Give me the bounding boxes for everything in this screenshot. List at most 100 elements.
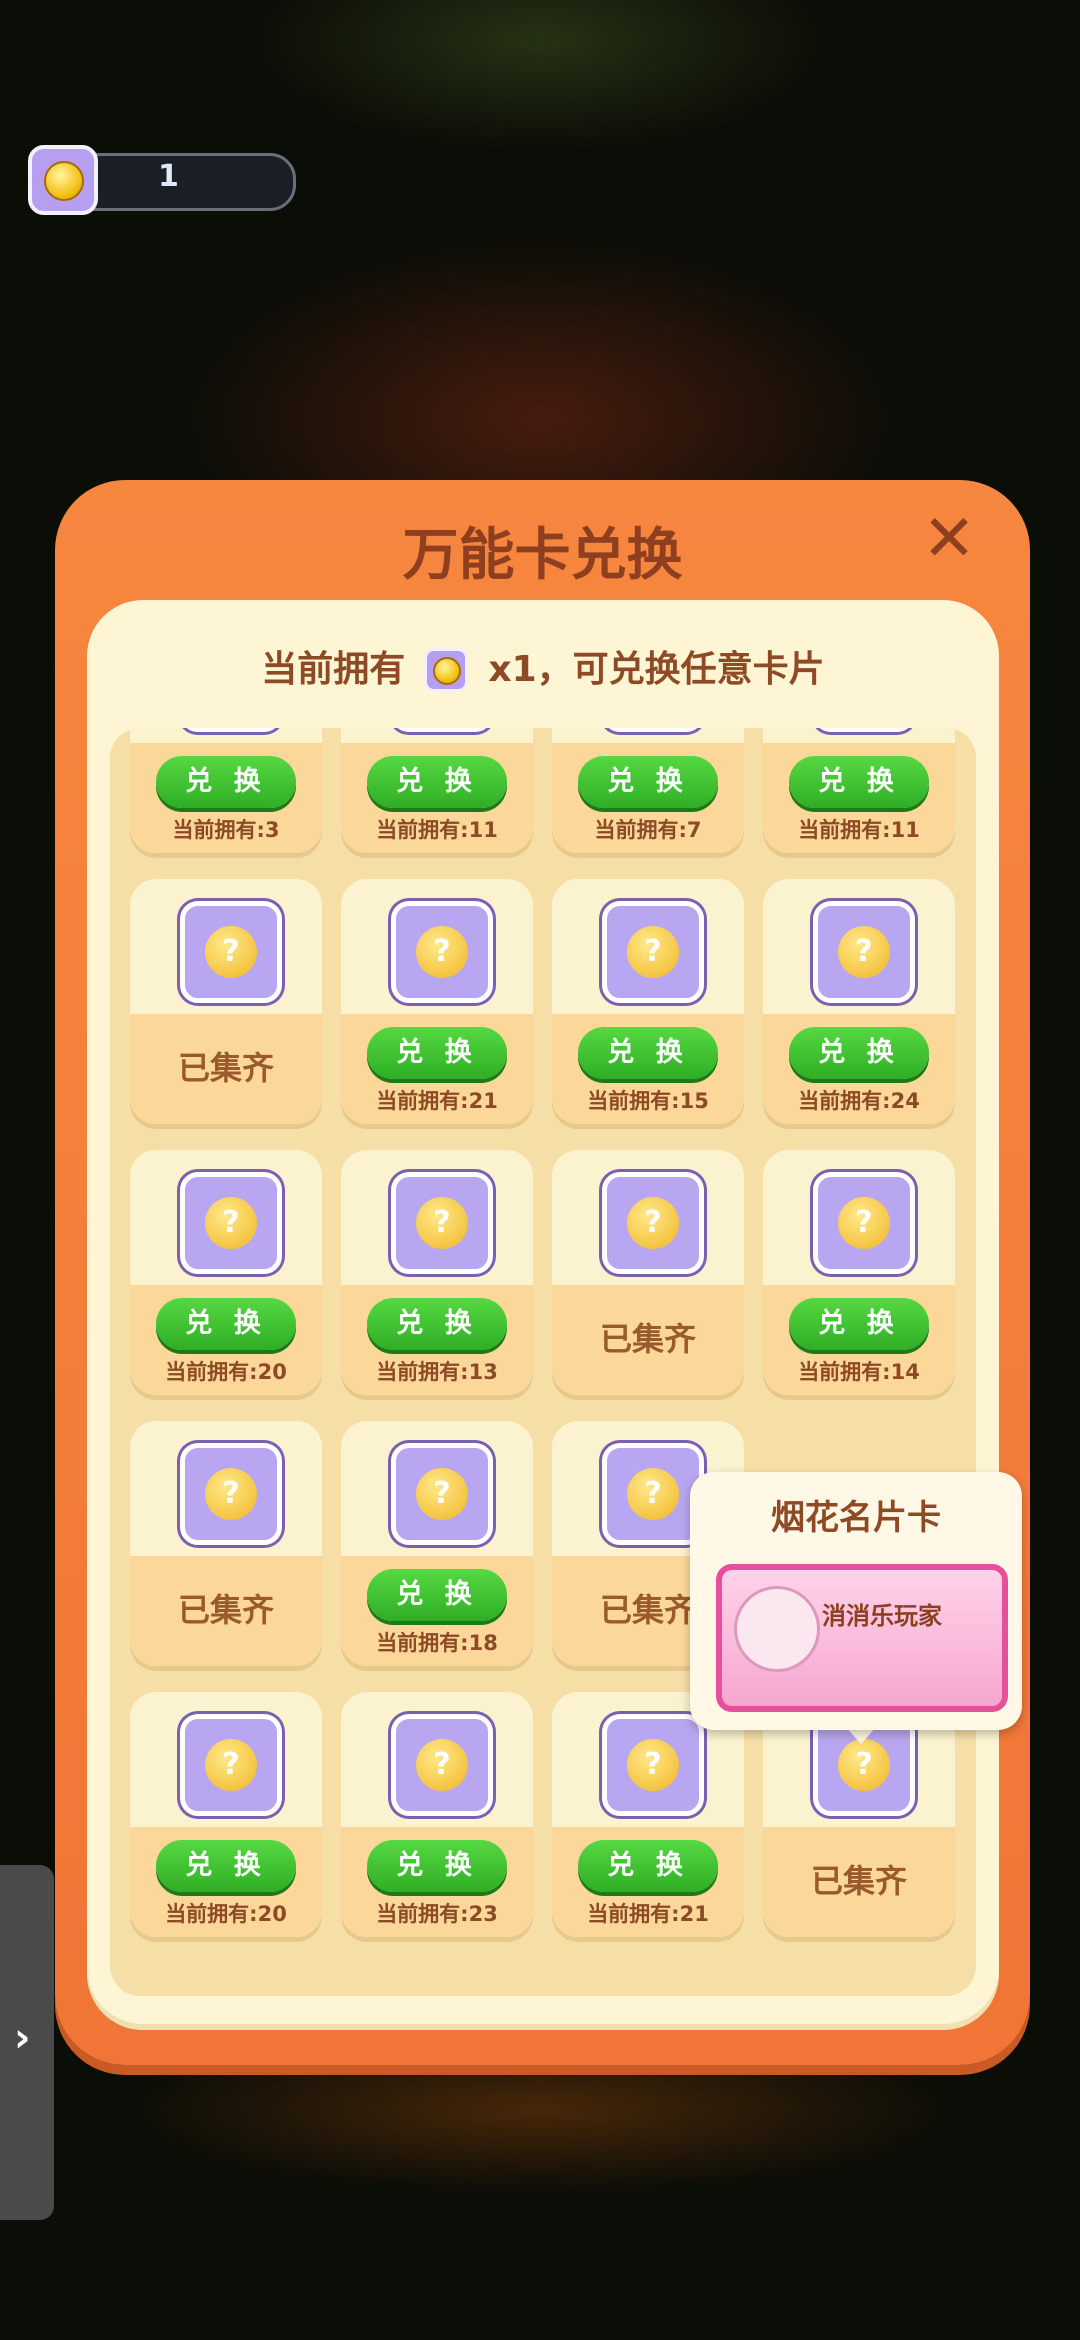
owned-count: 当前拥有:15 xyxy=(587,1089,709,1113)
player-name: 消消乐玩家 xyxy=(822,1602,942,1630)
card-art-icon: ? xyxy=(602,901,704,1003)
collected-label: 已集齐 xyxy=(177,1049,274,1087)
collected-label: 已集齐 xyxy=(599,1320,696,1358)
question-mark-icon: ? xyxy=(205,1197,257,1249)
avatar xyxy=(734,1586,820,1672)
card-art-icon: ? xyxy=(602,1172,704,1274)
wild-card-icon xyxy=(28,145,98,215)
question-mark-icon: ? xyxy=(838,1739,890,1791)
card-slot[interactable]: ? 兑 换当前拥有:11 xyxy=(763,728,955,853)
card-art-icon: ? xyxy=(391,1172,493,1274)
exchange-button[interactable]: 兑 换 xyxy=(789,1027,929,1079)
owned-count: 当前拥有:23 xyxy=(376,1902,498,1926)
card-slot[interactable]: ? 兑 换当前拥有:20 xyxy=(130,1692,322,1937)
card-slot[interactable]: ? 已集齐 xyxy=(552,1150,744,1395)
exchange-button[interactable]: 兑 换 xyxy=(367,1840,507,1892)
card-slot[interactable]: ? 兑 换当前拥有:3 xyxy=(130,728,322,853)
question-mark-icon: ? xyxy=(627,1197,679,1249)
card-art-icon: ? xyxy=(602,1714,704,1816)
question-mark-icon: ? xyxy=(838,1197,890,1249)
question-mark-icon: ? xyxy=(416,926,468,978)
question-mark-icon: ? xyxy=(205,1739,257,1791)
exchange-button[interactable]: 兑 换 xyxy=(578,1027,718,1079)
owned-count: 当前拥有:13 xyxy=(376,1360,498,1384)
owned-count: 当前拥有:20 xyxy=(165,1360,287,1384)
card-art-icon: ? xyxy=(180,1443,282,1545)
card-art-icon: ? xyxy=(180,1714,282,1816)
card-slot[interactable]: ? 兑 换当前拥有:15 xyxy=(552,879,744,1124)
question-mark-icon: ? xyxy=(416,1739,468,1791)
owned-count: 当前拥有:11 xyxy=(376,818,498,842)
exchange-button[interactable]: 兑 换 xyxy=(156,1840,296,1892)
exchange-button[interactable]: 兑 换 xyxy=(156,756,296,808)
card-slot[interactable]: ? 已集齐 xyxy=(130,879,322,1124)
close-icon[interactable]: ✕ xyxy=(918,507,980,571)
card-slot[interactable]: ? 兑 换当前拥有:18 xyxy=(341,1421,533,1666)
exchange-button[interactable]: 兑 换 xyxy=(789,1298,929,1350)
card-slot[interactable]: ? 已集齐 xyxy=(130,1421,322,1666)
question-mark-icon: ? xyxy=(627,1739,679,1791)
owned-count: 当前拥有:3 xyxy=(172,818,280,842)
own-suffix: x1，可兑换任意卡片 xyxy=(488,649,825,690)
own-summary: 当前拥有 x1，可兑换任意卡片 xyxy=(87,640,999,694)
owned-count: 当前拥有:7 xyxy=(594,818,702,842)
coin-icon xyxy=(44,161,84,201)
question-mark-icon: ? xyxy=(416,1468,468,1520)
exchange-button[interactable]: 兑 换 xyxy=(578,756,718,808)
own-prefix: 当前拥有 xyxy=(261,649,406,690)
card-slot[interactable]: ? 兑 换当前拥有:23 xyxy=(341,1692,533,1937)
owned-count: 当前拥有:11 xyxy=(798,818,920,842)
exchange-button[interactable]: 兑 换 xyxy=(367,1298,507,1350)
exchange-button[interactable]: 兑 换 xyxy=(578,1840,718,1892)
card-art-icon: ? xyxy=(813,1172,915,1274)
card-art-icon: ? xyxy=(391,1443,493,1545)
chevron-right-icon: › xyxy=(14,2015,31,2061)
card-art-icon: ? xyxy=(391,901,493,1003)
tooltip-title: 烟花名片卡 xyxy=(771,1498,941,1538)
exchange-button[interactable]: 兑 换 xyxy=(367,756,507,808)
collected-label: 已集齐 xyxy=(810,1862,907,1900)
card-slot[interactable]: ? 兑 换当前拥有:11 xyxy=(341,728,533,853)
card-art-icon: ? xyxy=(602,1443,704,1545)
owned-count: 当前拥有:14 xyxy=(798,1360,920,1384)
question-mark-icon: ? xyxy=(627,926,679,978)
wild-card-exchange-dialog: 万能卡兑换 ✕ 当前拥有 x1，可兑换任意卡片 ?兑 换当前拥有:3?兑 换当前… xyxy=(55,480,1030,2065)
card-slot[interactable]: ? 兑 换当前拥有:20 xyxy=(130,1150,322,1395)
wild-card-icon xyxy=(423,648,470,694)
card-slot[interactable]: ? 兑 换当前拥有:13 xyxy=(341,1150,533,1395)
question-mark-icon: ? xyxy=(205,926,257,978)
counter-value: 1 xyxy=(158,159,179,194)
card-slot[interactable]: ? 兑 换当前拥有:24 xyxy=(763,879,955,1124)
counter-bar xyxy=(68,153,296,211)
side-drawer-handle[interactable]: › xyxy=(0,1865,54,2220)
dialog-title: 万能卡兑换 xyxy=(402,523,683,588)
owned-count: 当前拥有:24 xyxy=(798,1089,920,1113)
question-mark-icon: ? xyxy=(838,926,890,978)
exchange-button[interactable]: 兑 换 xyxy=(367,1569,507,1621)
owned-count: 当前拥有:21 xyxy=(587,1902,709,1926)
exchange-button[interactable]: 兑 换 xyxy=(367,1027,507,1079)
collected-label: 已集齐 xyxy=(177,1591,274,1629)
card-art-icon: ? xyxy=(391,728,493,732)
exchange-button[interactable]: 兑 换 xyxy=(789,756,929,808)
question-mark-icon: ? xyxy=(416,1197,468,1249)
owned-count: 当前拥有:20 xyxy=(165,1902,287,1926)
dialog-body: 当前拥有 x1，可兑换任意卡片 ?兑 换当前拥有:3?兑 换当前拥有:11?兑 … xyxy=(87,600,999,2030)
card-slot[interactable]: ? 兑 换当前拥有:21 xyxy=(341,879,533,1124)
card-art-icon: ? xyxy=(180,1172,282,1274)
name-card-preview: 消消乐玩家 xyxy=(716,1564,1008,1712)
question-mark-icon: ? xyxy=(627,1468,679,1520)
owned-count: 当前拥有:21 xyxy=(376,1089,498,1113)
exchange-button[interactable]: 兑 换 xyxy=(156,1298,296,1350)
card-art-icon: ? xyxy=(813,901,915,1003)
card-slot[interactable]: ? 兑 换当前拥有:14 xyxy=(763,1150,955,1395)
question-mark-icon: ? xyxy=(205,1468,257,1520)
owned-count: 当前拥有:18 xyxy=(376,1631,498,1655)
card-art-icon: ? xyxy=(180,728,282,732)
card-tooltip: 烟花名片卡 消消乐玩家 xyxy=(690,1472,1022,1730)
card-slot[interactable]: ? 兑 换当前拥有:7 xyxy=(552,728,744,853)
card-grid[interactable]: ?兑 换当前拥有:3?兑 换当前拥有:11?兑 换当前拥有:7?兑 换当前拥有:… xyxy=(110,728,976,1996)
card-art-icon: ? xyxy=(180,901,282,1003)
card-art-icon: ? xyxy=(391,1714,493,1816)
wild-card-counter: 1 xyxy=(28,145,296,217)
